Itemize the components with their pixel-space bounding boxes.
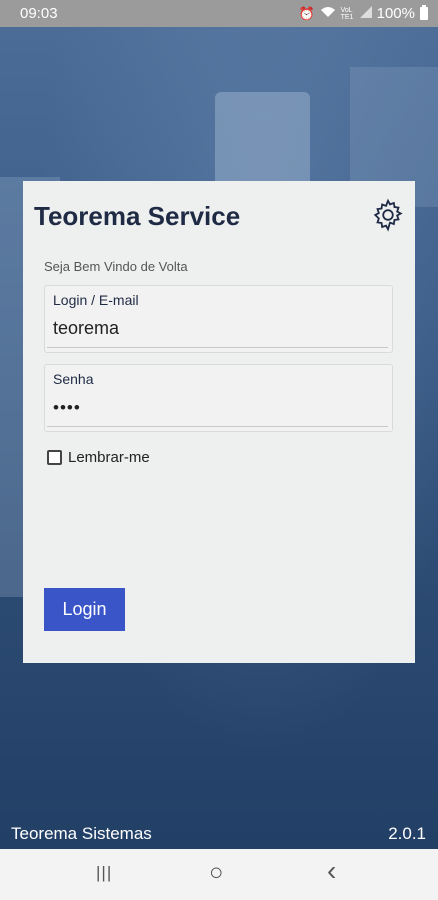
remember-me-row[interactable]: Lembrar-me <box>47 449 150 466</box>
battery-level: 100% <box>376 5 415 22</box>
login-email-field[interactable]: Login / E-mail teorema <box>44 285 393 353</box>
login-email-label: Login / E-mail <box>53 292 139 308</box>
password-field[interactable]: Senha •••• <box>44 364 393 432</box>
recents-icon[interactable]: ||| <box>96 863 112 883</box>
status-time: 09:03 <box>20 5 58 22</box>
alarm-icon: ⏰ <box>298 5 315 21</box>
volte-icon: VoLTE1 <box>340 6 354 21</box>
app-title: Teorema Service <box>34 201 241 231</box>
login-email-value[interactable]: teorema <box>53 318 119 339</box>
settings-gear-icon[interactable] <box>370 197 406 233</box>
home-icon[interactable]: ○ <box>209 859 224 887</box>
app-version: 2.0.1 <box>388 824 426 843</box>
welcome-text: Seja Bem Vindo de Volta <box>44 259 188 274</box>
back-icon[interactable]: ‹ <box>327 855 336 887</box>
wifi-icon <box>320 6 336 21</box>
android-nav-bar: ||| ○ ‹ <box>0 849 438 900</box>
field-underline <box>47 426 388 427</box>
battery-icon <box>420 5 428 20</box>
login-button[interactable]: Login <box>44 588 125 631</box>
remember-me-checkbox[interactable] <box>47 450 62 465</box>
remember-me-label: Lembrar-me <box>68 449 150 466</box>
signal-icon <box>359 6 372 21</box>
company-name: Teorema Sistemas <box>11 824 152 843</box>
status-bar: 09:03 ⏰ VoLTE1 100% <box>0 0 438 27</box>
password-value[interactable]: •••• <box>53 398 81 418</box>
field-underline <box>47 347 388 348</box>
login-card: Teorema Service Seja Bem Vindo de Volta … <box>23 181 415 663</box>
password-label: Senha <box>53 371 94 387</box>
